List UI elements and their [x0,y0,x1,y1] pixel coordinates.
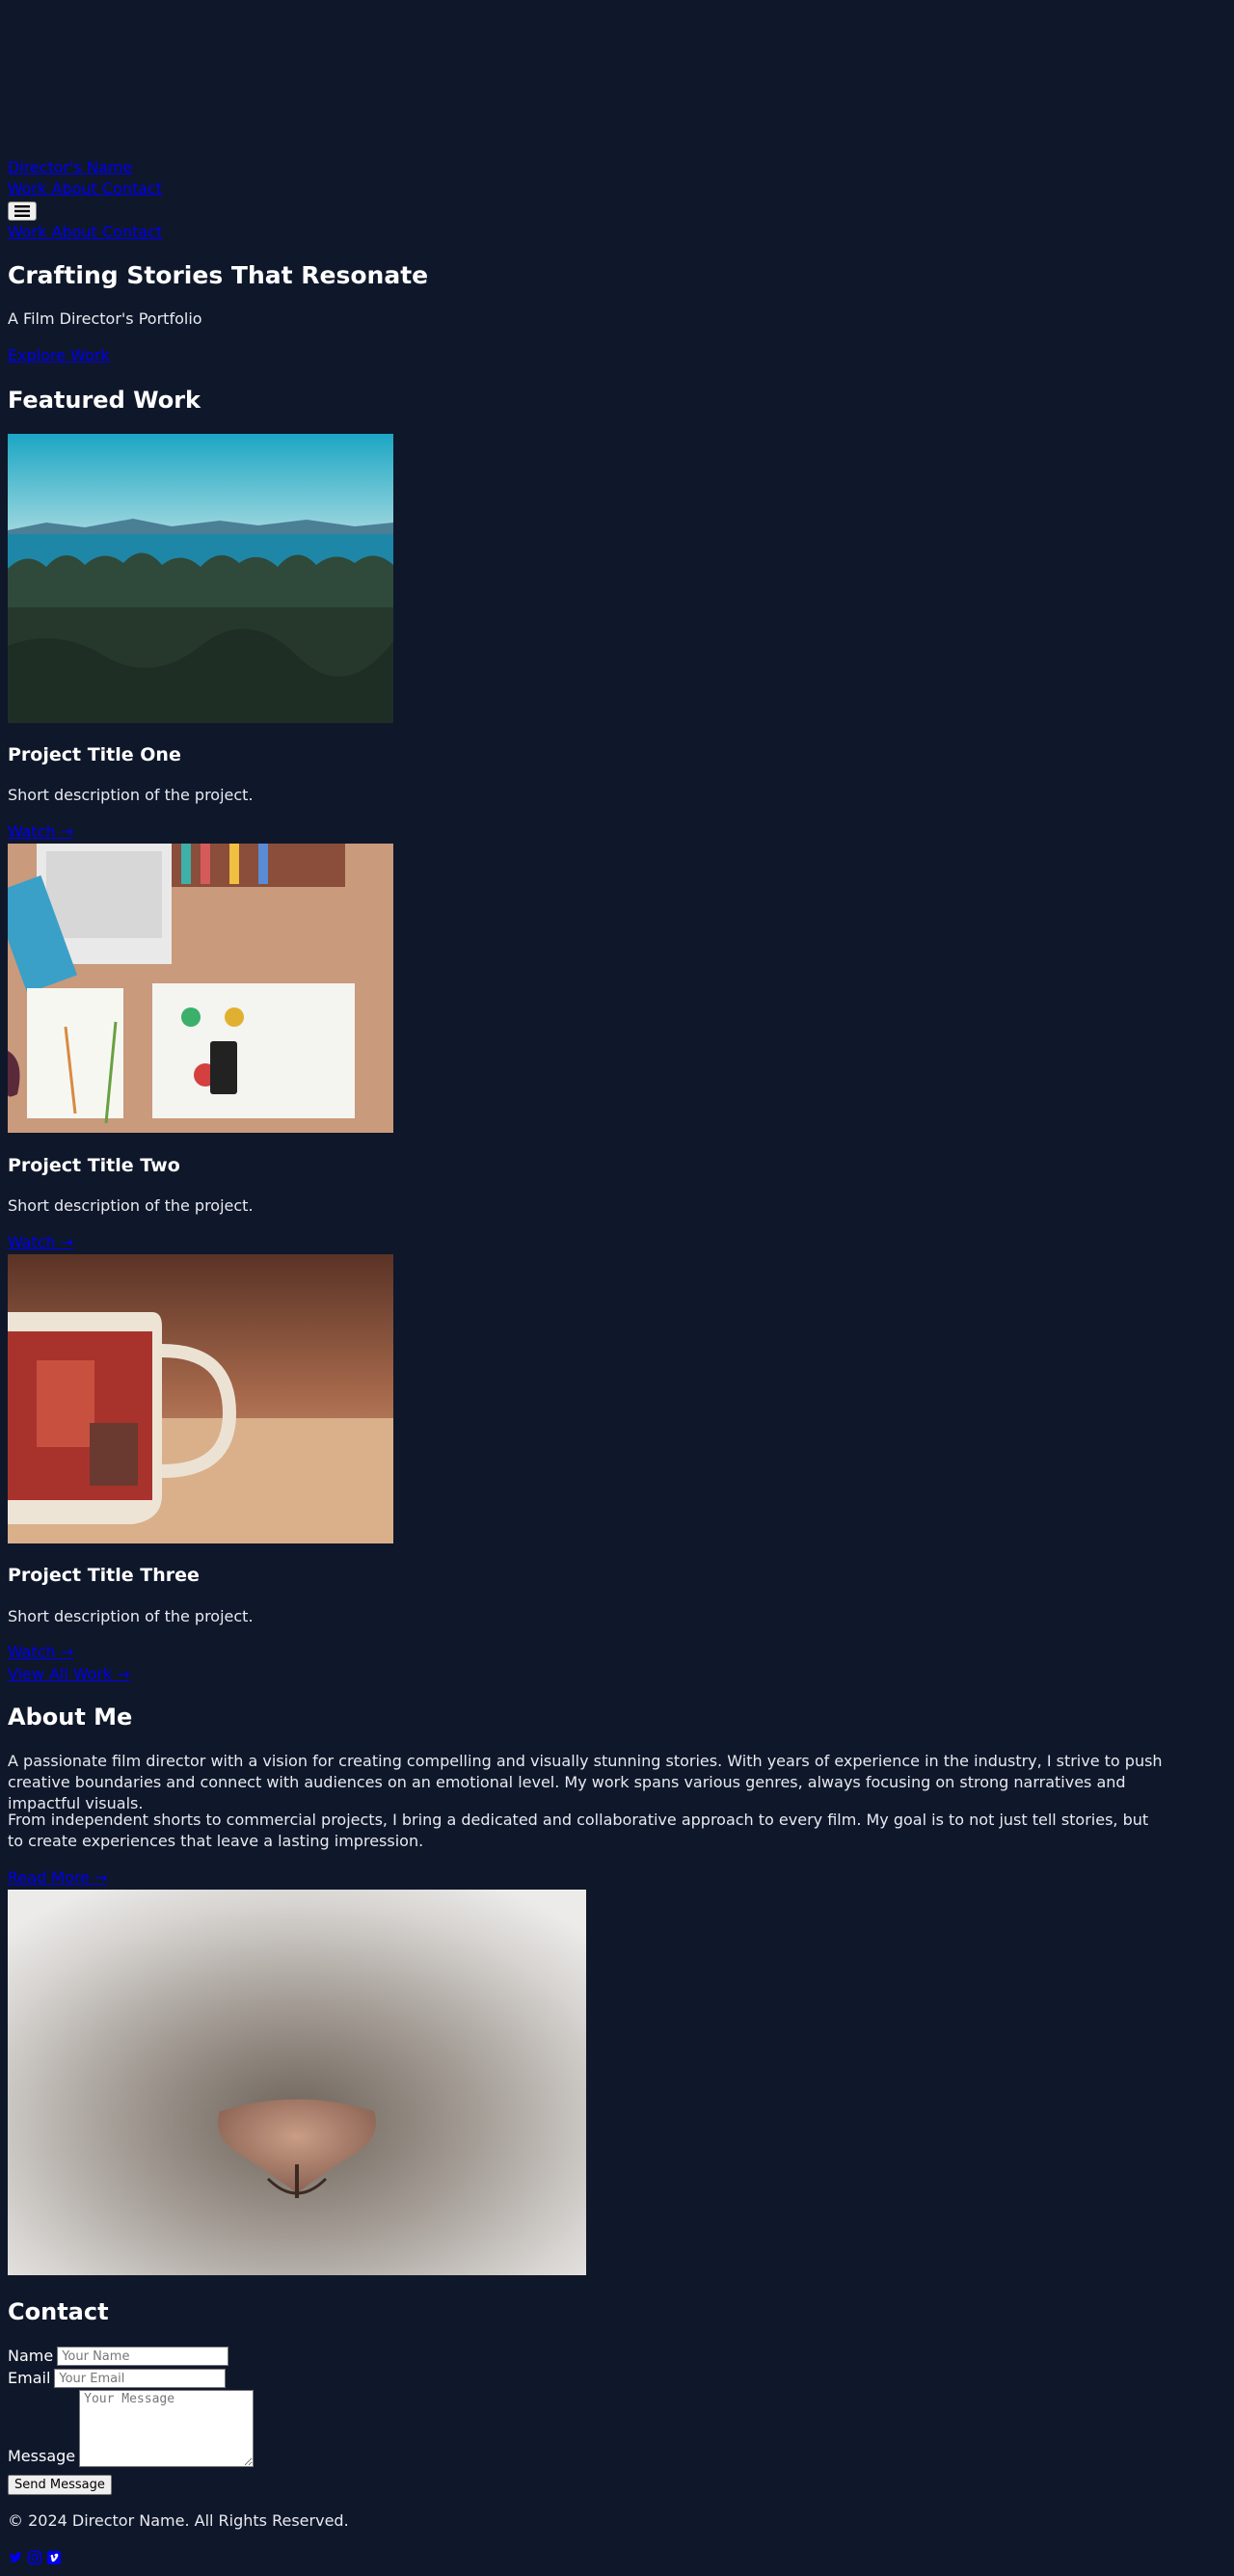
project-one-title: Project Title One [8,744,181,765]
message-textarea[interactable] [79,2390,255,2467]
project-two-title: Project Title Two [8,1155,180,1176]
hero-title: Crafting Stories That Resonate [8,261,429,289]
about-heading: About Me [8,1704,133,1731]
about-image [8,1890,586,2275]
explore-work-link[interactable]: Explore Work [8,345,110,366]
nav-brand-link[interactable]: Director's Name [8,157,132,178]
project-three-description: Short description of the project. [8,1607,254,1625]
about-paragraph-2: From independent shorts to commercial pr… [8,1811,1149,1850]
email-input[interactable] [54,2369,227,2388]
about-paragraph-1: A passionate film director with a vision… [8,1752,1163,1812]
project-two-watch-link[interactable]: Watch → [8,1232,73,1253]
menu-toggle-button[interactable] [8,201,37,221]
hero-subtitle: A Film Director's Portfolio [8,309,202,328]
read-more-link[interactable]: Read More → [8,1867,107,1889]
project-one-description: Short description of the project. [8,786,254,804]
contact-heading: Contact [8,2298,109,2325]
twitter-icon[interactable] [8,2550,23,2565]
name-input[interactable] [57,2347,229,2366]
view-all-work-link[interactable]: View All Work → [8,1664,130,1685]
message-row: Message [8,2390,255,2467]
nav-links-top[interactable]: Work About Contact [8,178,162,200]
email-label: Email [8,2369,51,2387]
project-one-image [8,434,393,723]
project-three-watch-link[interactable]: Watch → [8,1642,73,1663]
email-row: Email [8,2368,227,2389]
footer-copyright: © 2024 Director Name. All Rights Reserve… [8,2511,349,2530]
featured-heading: Featured Work [8,387,201,414]
name-label: Name [8,2347,54,2365]
vimeo-icon[interactable] [46,2550,62,2565]
project-two-description: Short description of the project. [8,1196,254,1215]
social-links [8,2550,62,2565]
project-three-title: Project Title Three [8,1565,200,1586]
hamburger-icon [14,205,30,217]
project-three-image [8,1254,393,1543]
message-label: Message [8,2447,76,2465]
project-two-image [8,844,393,1133]
send-message-button[interactable]: Send Message [8,2475,112,2495]
project-one-watch-link[interactable]: Watch → [8,821,73,843]
nav-links-mobile[interactable]: Work About Contact [8,222,162,243]
instagram-icon[interactable] [27,2550,42,2565]
name-row: Name [8,2346,229,2367]
